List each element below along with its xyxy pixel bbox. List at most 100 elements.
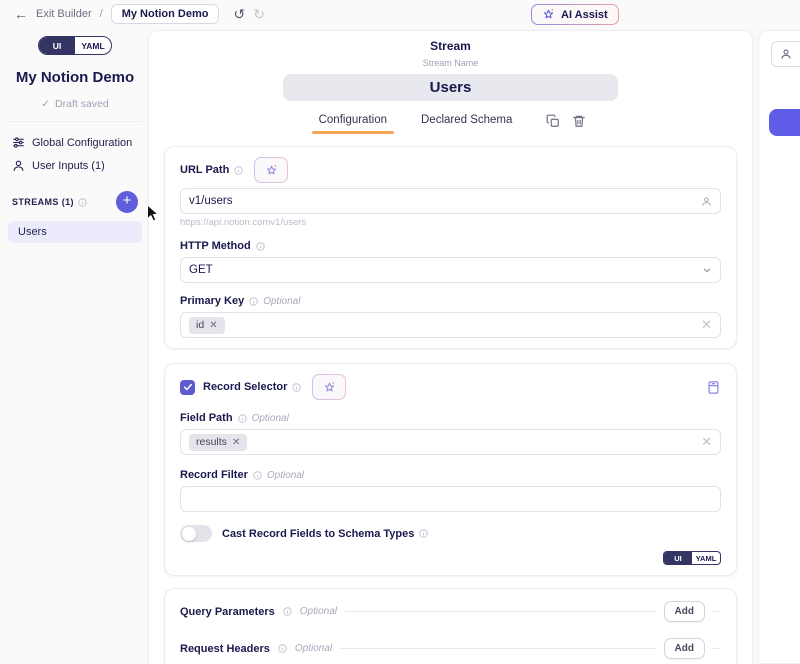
optional-label: Optional	[252, 413, 289, 424]
cast-record-fields-toggle[interactable]	[180, 525, 212, 542]
draft-status: ✓ Draft saved	[8, 98, 142, 110]
info-icon	[256, 242, 265, 251]
toggle-ui-option[interactable]: UI	[39, 37, 75, 54]
record-selector-ui-yaml-toggle[interactable]: UI YAML	[663, 551, 721, 565]
record-selector-ai-button[interactable]	[312, 374, 346, 400]
sliders-icon	[12, 136, 25, 149]
streams-header: STREAMS (1)	[12, 197, 74, 207]
tag-label: id	[196, 319, 204, 331]
sparkle-star-icon	[542, 8, 555, 21]
info-icon	[419, 529, 428, 538]
back-arrow-icon[interactable]: ←	[14, 6, 28, 22]
streams-header-row: STREAMS (1) +	[8, 191, 142, 213]
info-icon	[253, 471, 262, 480]
divider	[8, 121, 142, 122]
record-selector-label: Record Selector	[203, 381, 287, 393]
add-stream-button[interactable]: +	[116, 191, 138, 213]
stream-config-panel: Stream Stream Name Users Configuration D…	[148, 30, 753, 664]
add-request-header-button[interactable]: Add	[664, 638, 705, 659]
divider	[340, 648, 655, 649]
builder-sidebar: UI YAML My Notion Demo ✓ Draft saved Glo…	[8, 36, 142, 243]
record-filter-label: Record Filter	[180, 469, 248, 481]
project-name-field[interactable]: My Notion Demo	[111, 4, 220, 24]
divider	[713, 611, 721, 612]
sidebar-item-global-configuration[interactable]: Global Configuration	[8, 131, 142, 154]
http-method-value: GET	[189, 264, 696, 276]
testing-panel	[758, 30, 800, 664]
user-icon	[12, 159, 25, 172]
delete-stream-icon[interactable]	[572, 114, 586, 128]
clear-input-icon[interactable]: ✕	[701, 434, 712, 450]
active-tab-indicator	[312, 131, 394, 134]
remove-tag-icon[interactable]: ✕	[232, 437, 240, 448]
copy-icon[interactable]	[546, 114, 560, 128]
chevron-down-icon	[702, 265, 712, 275]
field-path-input[interactable]: results ✕ ✕	[180, 429, 721, 455]
tag-chip: results ✕	[189, 434, 247, 451]
request-parameters-card: Query Parameters Optional Add Request He…	[164, 588, 737, 664]
clear-input-icon[interactable]: ✕	[701, 317, 712, 333]
panel-title: Stream	[149, 39, 752, 53]
url-preview: https://api.notion.comv1/users	[180, 217, 721, 228]
check-icon: ✓	[41, 98, 50, 110]
tag-label: results	[196, 436, 227, 448]
topbar: ← Exit Builder / My Notion Demo ↺ ↻	[0, 0, 800, 28]
query-parameters-row: Query Parameters Optional Add	[180, 601, 721, 622]
record-filter-input[interactable]	[180, 486, 721, 512]
stream-name-label: Stream Name	[149, 58, 752, 68]
divider	[713, 648, 721, 649]
url-path-ai-button[interactable]	[254, 157, 288, 183]
field-path-label: Field Path	[180, 412, 233, 424]
stream-name-field[interactable]: Users	[283, 74, 618, 101]
docs-icon[interactable]	[706, 380, 721, 395]
optional-label: Optional	[263, 296, 300, 307]
info-icon	[78, 198, 87, 207]
record-selector-checkbox[interactable]	[180, 380, 195, 395]
redo-icon[interactable]: ↻	[253, 6, 265, 23]
draft-status-label: Draft saved	[55, 98, 109, 110]
tab-declared-schema[interactable]: Declared Schema	[417, 112, 516, 134]
divider	[345, 611, 656, 612]
request-headers-label: Request Headers	[180, 643, 270, 655]
request-options-card: URL Path https://api.notion.comv1/users	[164, 146, 737, 349]
optional-label: Optional	[295, 643, 332, 654]
toggle-ui-option[interactable]: UI	[664, 552, 692, 564]
request-headers-row: Request Headers Optional Add	[180, 638, 721, 659]
remove-tag-icon[interactable]: ✕	[209, 320, 217, 331]
info-icon	[283, 607, 292, 616]
sidebar-stream-users[interactable]: Users	[8, 221, 142, 243]
test-stream-button[interactable]	[769, 109, 800, 136]
optional-label: Optional	[300, 606, 337, 617]
add-query-parameter-button[interactable]: Add	[664, 601, 705, 622]
primary-key-input[interactable]: id ✕ ✕	[180, 312, 721, 338]
testing-values-menu[interactable]	[771, 41, 800, 67]
stream-tabs: Configuration Declared Schema	[149, 112, 752, 134]
url-path-label: URL Path	[180, 164, 229, 176]
tab-configuration[interactable]: Configuration	[315, 112, 391, 134]
ai-assist-button[interactable]: AI Assist	[531, 4, 619, 25]
tab-configuration-label: Configuration	[319, 114, 387, 126]
url-path-input-field[interactable]	[189, 195, 695, 207]
info-icon	[278, 644, 287, 653]
toggle-yaml-option[interactable]: YAML	[692, 552, 720, 564]
ui-yaml-toggle[interactable]: UI YAML	[38, 36, 112, 55]
sidebar-item-user-inputs[interactable]: User Inputs (1)	[8, 154, 142, 177]
primary-key-label: Primary Key	[180, 295, 244, 307]
user-input-icon[interactable]	[701, 196, 712, 207]
connector-title: My Notion Demo	[8, 69, 142, 86]
url-path-input[interactable]	[180, 188, 721, 214]
toggle-yaml-option[interactable]: YAML	[75, 37, 111, 54]
sidebar-item-label: User Inputs (1)	[32, 160, 105, 172]
cast-record-fields-label: Cast Record Fields to Schema Types	[222, 528, 414, 540]
sidebar-item-label: Global Configuration	[32, 137, 132, 149]
info-icon	[292, 383, 301, 392]
info-icon	[238, 414, 247, 423]
http-method-select[interactable]: GET	[180, 257, 721, 283]
optional-label: Optional	[267, 470, 304, 481]
undo-icon[interactable]: ↺	[233, 6, 245, 23]
record-filter-input-field[interactable]	[189, 493, 712, 505]
record-selector-card: Record Selector Field Path	[164, 363, 737, 576]
ai-assist-label: AI Assist	[561, 9, 608, 21]
info-icon	[234, 166, 243, 175]
exit-builder-link[interactable]: Exit Builder	[36, 8, 92, 20]
